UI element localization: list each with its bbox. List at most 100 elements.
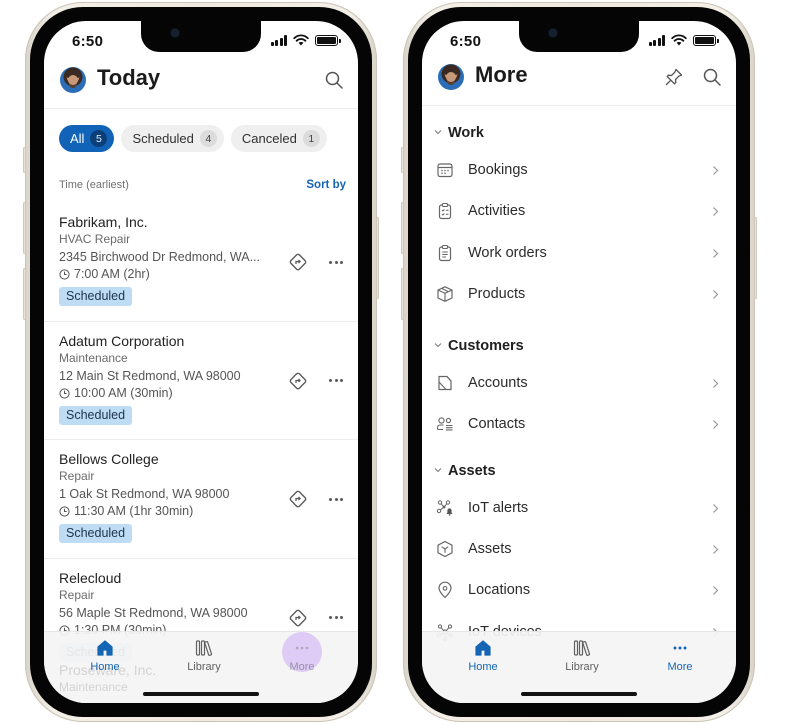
booking-time: 7:00 AM (2hr) xyxy=(74,267,150,281)
library-icon xyxy=(573,640,591,656)
chevron-down-icon xyxy=(434,343,442,348)
chevron-right-icon xyxy=(713,503,719,513)
filter-label: Canceled xyxy=(241,131,297,146)
booking-address: 56 Maple St Redmond, WA 98000 xyxy=(59,605,248,620)
booking-type: Maintenance xyxy=(59,350,128,365)
menu-label: Accounts xyxy=(468,375,528,392)
filter-count: 1 xyxy=(302,130,320,147)
directions-icon[interactable] xyxy=(288,252,308,272)
home-indicator xyxy=(521,692,637,696)
menu-item-activities[interactable]: Activities xyxy=(422,192,736,233)
menu-label: Contacts xyxy=(468,416,526,433)
battery-icon xyxy=(693,34,719,46)
page-header: Today xyxy=(44,61,358,109)
tab-more[interactable]: More xyxy=(645,638,715,673)
menu-item-accounts[interactable]: Accounts xyxy=(422,364,736,405)
booking-address: 2345 Birchwood Dr Redmond, WA... xyxy=(59,250,261,264)
booking-time: 11:30 AM (1hr 30min) xyxy=(74,504,194,518)
search-icon[interactable] xyxy=(702,67,722,87)
menu-item-products[interactable]: Products xyxy=(422,275,736,316)
menu-label: Activities xyxy=(468,203,526,220)
avatar[interactable] xyxy=(438,64,464,90)
booking-item[interactable]: Bellows College Repair 1 Oak St Redmond,… xyxy=(44,440,358,559)
menu-item-iot-alerts[interactable]: IoT alerts xyxy=(422,489,736,530)
avatar[interactable] xyxy=(60,67,86,93)
screen-today: 6:50 Today All 5 Scheduled 4 Canceled 1 … xyxy=(44,21,358,703)
menu-item-bookings[interactable]: Bookings xyxy=(422,151,736,192)
booking-item[interactable]: Fabrikam, Inc. HVAC Repair 2345 Birchwoo… xyxy=(44,203,358,322)
home-icon xyxy=(97,640,113,656)
tab-label: Library xyxy=(565,661,599,673)
directions-icon[interactable] xyxy=(288,371,308,391)
directions-icon[interactable] xyxy=(288,608,308,628)
chevron-right-icon xyxy=(713,166,719,175)
volume-up-button xyxy=(401,202,404,254)
section-work[interactable]: Work xyxy=(422,110,736,151)
sort-by-button[interactable]: Sort by xyxy=(306,179,346,191)
tab-more[interactable]: More xyxy=(267,638,337,673)
more-options-button[interactable] xyxy=(326,252,346,272)
volume-down-button xyxy=(401,268,404,320)
bezel: 6:50 More Work Bookings Activities Work … xyxy=(408,7,750,717)
tab-label: Home xyxy=(468,661,498,673)
booking-type: Repair xyxy=(59,587,95,602)
chevron-right-icon xyxy=(713,379,719,389)
booking-address: 1 Oak St Redmond, WA 98000 xyxy=(59,487,230,501)
bezel: 6:50 Today All 5 Scheduled 4 Canceled 1 … xyxy=(30,7,372,717)
cellular-signal-icon xyxy=(270,34,287,46)
clock-icon xyxy=(59,506,70,517)
menu-item-locations[interactable]: Locations xyxy=(422,571,736,612)
home-icon xyxy=(475,640,491,656)
section-assets[interactable]: Assets xyxy=(422,455,736,489)
directions-icon[interactable] xyxy=(288,489,308,509)
tab-library[interactable]: Library xyxy=(547,638,617,673)
page-title: Today xyxy=(97,65,161,90)
camera-icon xyxy=(549,29,557,37)
contacts-icon xyxy=(436,417,453,431)
search-icon[interactable] xyxy=(324,70,344,90)
menu-item-contacts[interactable]: Contacts xyxy=(422,405,736,446)
section-title: Assets xyxy=(448,462,496,479)
phone-today: 6:50 Today All 5 Scheduled 4 Canceled 1 … xyxy=(23,2,379,722)
menu-item-assets[interactable]: Assets xyxy=(422,530,736,571)
tab-library[interactable]: Library xyxy=(169,638,239,673)
pin-icon[interactable] xyxy=(664,67,684,87)
action-button xyxy=(23,147,26,173)
screen-more: 6:50 More Work Bookings Activities Work … xyxy=(422,21,736,703)
tab-label: More xyxy=(289,661,315,673)
more-options-button[interactable] xyxy=(326,371,346,391)
chevron-right-icon xyxy=(713,420,719,430)
section-customers[interactable]: Customers xyxy=(422,330,736,364)
chevron-right-icon xyxy=(713,248,719,258)
clipboard-checklist-icon xyxy=(438,203,452,220)
volume-up-button xyxy=(23,202,26,254)
menu-item-work-orders[interactable]: Work orders xyxy=(422,234,736,275)
more-menu: Work Bookings Activities Work orders Pro… xyxy=(422,110,736,654)
power-button xyxy=(376,217,379,299)
more-options-button[interactable] xyxy=(326,489,346,509)
booking-address: 12 Main St Redmond, WA 98000 xyxy=(59,368,241,383)
filter-scheduled[interactable]: Scheduled 4 xyxy=(121,125,224,152)
booking-name: Fabrikam, Inc. xyxy=(59,214,148,230)
filter-all[interactable]: All 5 xyxy=(59,125,115,152)
booking-name: Proseware, Inc. xyxy=(59,662,157,678)
calendar-icon xyxy=(437,163,453,178)
dynamic-island xyxy=(141,21,261,52)
status-badge: Scheduled xyxy=(59,405,133,425)
tab-home[interactable]: Home xyxy=(448,638,518,673)
page-header: More xyxy=(422,58,736,106)
booking-type: Maintenance xyxy=(59,680,128,694)
booking-type: HVAC Repair xyxy=(59,232,131,246)
filter-canceled[interactable]: Canceled 1 xyxy=(230,125,327,152)
chevron-down-icon xyxy=(434,130,442,135)
more-options-button[interactable] xyxy=(326,608,346,628)
account-icon xyxy=(438,376,452,391)
booking-item[interactable]: Adatum Corporation Maintenance 12 Main S… xyxy=(44,322,358,440)
booking-name: Adatum Corporation xyxy=(59,332,185,349)
sort-label: Time (earliest) xyxy=(59,179,129,191)
tab-label: Library xyxy=(187,661,221,673)
battery-icon xyxy=(315,34,341,46)
action-button xyxy=(401,147,404,173)
more-icon xyxy=(673,646,687,650)
phone-more: 6:50 More Work Bookings Activities Work … xyxy=(401,2,757,722)
